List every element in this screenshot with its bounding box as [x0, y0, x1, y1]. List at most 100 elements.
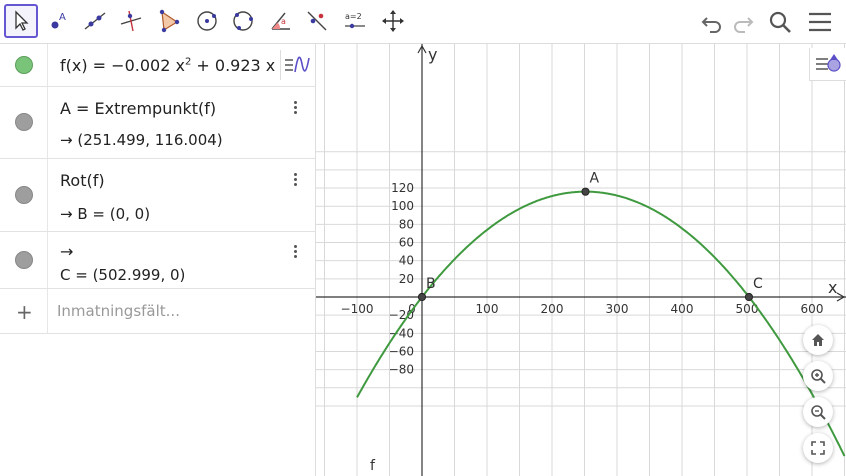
add-cell: +	[0, 289, 48, 333]
curve-label: f	[370, 458, 376, 474]
point-icon: A	[51, 12, 66, 29]
point-C[interactable]	[744, 292, 754, 302]
y-tick-label: −60	[389, 344, 414, 358]
point-label-B: B	[426, 276, 436, 292]
menu-icon	[809, 12, 831, 32]
visibility-cell	[0, 159, 48, 231]
graphics-style-icon	[816, 54, 841, 72]
y-tick-label: 60	[399, 236, 414, 250]
x-tick-label: 600	[801, 302, 824, 316]
root-definition[interactable]: Rot(f)	[60, 171, 105, 190]
x-axis-label: x	[828, 278, 837, 297]
function-curve[interactable]	[356, 190, 846, 457]
points[interactable]: A B C	[417, 171, 763, 302]
point-C-arrow: →	[60, 242, 74, 261]
input-bar-row[interactable]: + Inmatningsfält...	[0, 289, 315, 334]
y-tick-label: 120	[391, 181, 414, 195]
plus-icon[interactable]: +	[16, 300, 33, 324]
conic-tool-button[interactable]	[226, 4, 260, 38]
more-options-button[interactable]	[289, 171, 301, 189]
home-icon	[812, 334, 824, 346]
circle-tool-button[interactable]	[190, 4, 224, 38]
zoom-out-button[interactable]	[803, 397, 833, 427]
point-label-C: C	[753, 276, 763, 292]
undo-button[interactable]	[698, 8, 726, 36]
visibility-toggle[interactable]	[15, 56, 33, 74]
x-tick-label: 300	[606, 302, 629, 316]
graph-style-icon	[285, 56, 310, 73]
y-tick-label: −80	[389, 363, 414, 377]
slider-tool-button[interactable]: a=2	[338, 4, 372, 38]
search-button[interactable]	[766, 8, 794, 36]
zoom-out-icon	[811, 405, 826, 420]
toolbar: A a a=2	[0, 0, 846, 44]
point-A[interactable]	[581, 187, 590, 196]
home-button[interactable]	[803, 325, 833, 355]
reflect-icon	[307, 11, 327, 31]
polygon-tool-button[interactable]	[152, 4, 186, 38]
search-icon	[769, 11, 791, 33]
angle-icon: a	[271, 12, 290, 30]
more-options-button[interactable]	[289, 99, 301, 117]
fullscreen-button[interactable]	[803, 433, 833, 463]
three-point-circle-icon	[233, 11, 253, 31]
grid	[316, 44, 846, 476]
move-tool-button[interactable]	[4, 4, 38, 38]
visibility-cell	[0, 87, 48, 158]
line-tool-button[interactable]	[78, 4, 112, 38]
undo-icon	[701, 17, 721, 33]
x-tick-label: 400	[671, 302, 694, 316]
visibility-cell	[0, 232, 48, 288]
axes	[316, 44, 846, 476]
svg-text:A: A	[59, 12, 66, 23]
graphics-style-bar-toggle[interactable]	[809, 48, 846, 81]
more-options-button[interactable]	[289, 243, 301, 261]
y-tick-label: −20	[389, 308, 414, 322]
visibility-toggle[interactable]	[15, 251, 33, 269]
algebra-row-root[interactable]: Rot(f) → B = (0, 0)	[0, 159, 315, 232]
algebra-row-point-C[interactable]: → C = (502.999, 0)	[0, 232, 315, 289]
redo-icon	[734, 17, 754, 33]
y-tick-label: 100	[391, 199, 414, 213]
move-graphics-view-tool-button[interactable]	[376, 4, 410, 38]
x-tick-label: 100	[476, 302, 499, 316]
algebra-view: f(x) = −0.002 x2 + 0.923 x A = Extrempun…	[0, 44, 316, 476]
line-icon	[84, 12, 106, 30]
y-tick-label: 80	[399, 217, 414, 231]
x-tick-label: 200	[541, 302, 564, 316]
redo-button[interactable]	[729, 8, 757, 36]
x-tick-label: −100	[341, 302, 374, 316]
zoom-in-button[interactable]	[803, 361, 833, 391]
function-definition[interactable]: f(x) = −0.002 x2 + 0.923 x	[60, 56, 275, 75]
menu-button[interactable]	[806, 8, 834, 36]
visibility-toggle[interactable]	[15, 186, 33, 204]
svg-text:a: a	[281, 17, 286, 26]
y-tick-label: 20	[399, 272, 414, 286]
polygon-icon	[159, 9, 180, 33]
angle-tool-button[interactable]: a	[264, 4, 298, 38]
zoom-in-icon	[811, 369, 826, 384]
graph-canvas[interactable]: −100 0 100 200 300 400 500 60012010080604020−20…	[316, 44, 846, 476]
input-field[interactable]: Inmatningsfält...	[57, 302, 180, 320]
y-axis-label: y	[428, 45, 437, 64]
slider-icon: a=2	[345, 12, 365, 29]
algebra-row-function[interactable]: f(x) = −0.002 x2 + 0.923 x	[0, 44, 315, 87]
graphics-view[interactable]: −100 0 100 200 300 400 500 600 120 100 80 60 40 20 −20…	[316, 44, 846, 476]
y-tick-label: 40	[399, 254, 414, 268]
algebra-row-point-A[interactable]: A = Extrempunkt(f) → (251.499, 116.004)	[0, 87, 315, 159]
perpendicular-line-icon	[120, 10, 142, 32]
point-B[interactable]	[417, 292, 427, 302]
style-bar-toggle[interactable]	[280, 50, 313, 80]
move-arrows-icon	[382, 10, 404, 32]
point-tool-button[interactable]: A	[42, 4, 76, 38]
reflect-tool-button[interactable]	[300, 4, 334, 38]
svg-text:a=2: a=2	[345, 12, 362, 21]
cursor-arrow-icon	[15, 10, 29, 31]
point-A-value: → (251.499, 116.004)	[60, 131, 223, 149]
point-A-definition[interactable]: A = Extrempunkt(f)	[60, 99, 216, 118]
circle-icon	[197, 11, 217, 31]
point-C-value[interactable]: C = (502.999, 0)	[60, 266, 185, 284]
root-value: → B = (0, 0)	[60, 205, 151, 223]
visibility-toggle[interactable]	[15, 113, 33, 131]
perpendicular-line-tool-button[interactable]	[114, 4, 148, 38]
